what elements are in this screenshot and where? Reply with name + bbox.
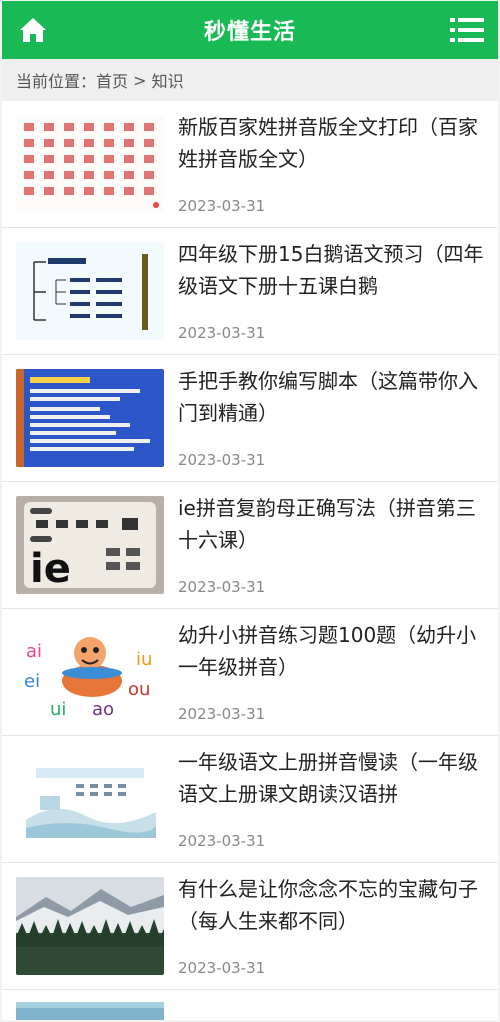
pinyin-ei: ei <box>24 671 40 692</box>
article-thumbnail: ai iu ei ou ui ao <box>16 623 164 721</box>
article-title[interactable]: 四年级下册15白鹅语文预习（四年级语文下册十五课白鹅 <box>178 238 486 302</box>
article-thumbnail <box>16 242 164 340</box>
article-thumbnail <box>16 369 164 467</box>
script-slide-image <box>16 369 164 467</box>
list-item[interactable]: ai iu ei ou ui ao 幼升小拼音练习题100题（幼升小一年级拼音）… <box>2 609 498 736</box>
site-title: 秒懂生活 <box>203 20 296 45</box>
pinyin-ui: ui <box>50 699 66 720</box>
breadcrumb-current: 知识 <box>151 72 184 91</box>
partial-thumbnail-image <box>16 1002 164 1020</box>
list-item[interactable]: 四年级下册15白鹅语文预习（四年级语文下册十五课白鹅 2023-03-31 <box>2 228 498 355</box>
article-thumbnail <box>16 750 164 848</box>
menu-icon <box>449 18 484 42</box>
article-title[interactable]: 新版百家姓拼音版全文打印（百家姓拼音版全文） <box>178 111 486 175</box>
article-title[interactable]: 幼升小拼音练习题100题（幼升小一年级拼音） <box>178 619 486 683</box>
article-list: 新版百家姓拼音版全文打印（百家姓拼音版全文） 2023-03-31 四年级下册1… <box>2 101 498 1020</box>
breadcrumb-separator: > <box>128 70 152 90</box>
article-title[interactable]: 有什么是让你念念不忘的宝藏句子（每人生来都不同） <box>178 873 486 937</box>
article-title[interactable]: 一年级语文上册拼音慢读（一年级语文上册课文朗读汉语拼 <box>178 746 486 810</box>
pinyin-ou: ou <box>128 679 150 700</box>
article-date: 2023-03-31 <box>178 959 266 977</box>
article-date: 2023-03-31 <box>178 324 266 342</box>
chinese-surname-chart-image <box>16 115 164 213</box>
breadcrumb-home-link[interactable]: 首页 <box>96 68 128 92</box>
lesson-mindmap-image <box>16 242 164 340</box>
article-date: 2023-03-31 <box>178 832 266 850</box>
list-item[interactable]: 新版百家姓拼音版全文打印（百家姓拼音版全文） 2023-03-31 <box>2 101 498 228</box>
pinyin-cartoon-image: ai iu ei ou ui ao <box>16 623 164 721</box>
home-button[interactable] <box>14 11 52 49</box>
article-thumbnail <box>16 877 164 975</box>
article-thumbnail: ie <box>16 496 164 594</box>
article-thumbnail <box>16 115 164 213</box>
mountain-forest-image <box>16 877 164 975</box>
article-title[interactable]: ie拼音复韵母正确写法（拼音第三十六课） <box>178 492 486 556</box>
article-date: 2023-03-31 <box>178 197 266 215</box>
breadcrumb-prefix: 当前位置： <box>16 72 97 91</box>
ie-pinyin-card-image: ie <box>16 496 164 594</box>
list-item[interactable]: 手把手教你编写脚本（这篇带你入门到精通） 2023-03-31 <box>2 355 498 482</box>
article-thumbnail <box>16 1002 164 1020</box>
top-bar: 秒懂生活 <box>2 1 498 59</box>
list-item[interactable]: ie ie拼音复韵母正确写法（拼音第三十六课） 2023-03-31 <box>2 482 498 609</box>
list-item[interactable]: 一年级语文上册拼音慢读（一年级语文上册课文朗读汉语拼 2023-03-31 <box>2 736 498 863</box>
pinyin-ao: ao <box>92 699 114 720</box>
article-title[interactable]: 手把手教你编写脚本（这篇带你入门到精通） <box>178 365 486 429</box>
home-icon <box>20 18 46 42</box>
list-item[interactable]: 有什么是让你念念不忘的宝藏句子（每人生来都不同） 2023-03-31 <box>2 863 498 990</box>
pinyin-landscape-image <box>16 750 164 848</box>
article-date: 2023-03-31 <box>178 705 266 723</box>
page-frame: 秒懂生活 当前位置： 首页 > 知识 新版百家姓拼音版全文打印（百家姓拼音版全文… <box>2 1 498 1020</box>
pinyin-iu: iu <box>136 649 152 670</box>
pinyin-ai: ai <box>26 641 42 662</box>
article-date: 2023-03-31 <box>178 578 266 596</box>
list-item[interactable] <box>2 990 498 1020</box>
menu-button[interactable] <box>448 11 486 49</box>
ie-letters: ie <box>30 546 71 592</box>
breadcrumb: 当前位置： 首页 > 知识 <box>2 59 498 101</box>
article-date: 2023-03-31 <box>178 451 266 469</box>
